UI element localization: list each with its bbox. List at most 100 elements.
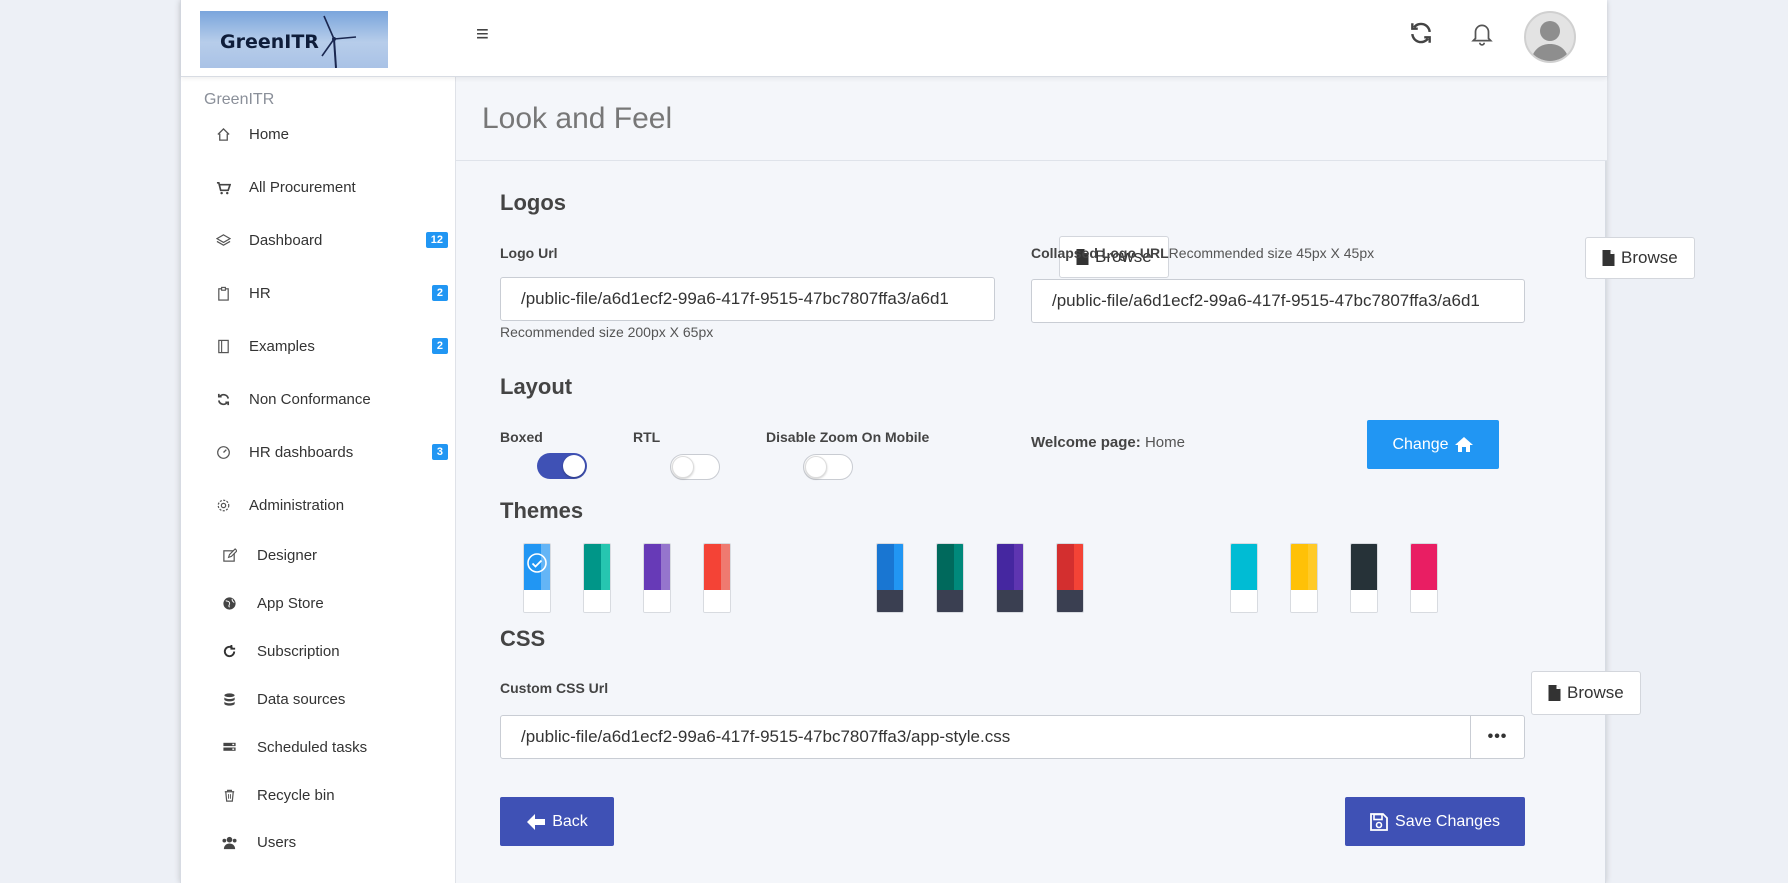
theme-swatch[interactable] [703, 543, 731, 613]
page-title: Look and Feel [482, 102, 673, 135]
themes-heading: Themes [500, 498, 584, 523]
rtl-label: RTL [633, 429, 661, 445]
boxed-toggle[interactable] [537, 453, 587, 479]
rtl-toggle[interactable] [670, 454, 720, 480]
sidebar-item-non-conformance[interactable]: Non Conformance [181, 379, 456, 419]
custom-css-url-field[interactable]: /public-file/a6d1ecf2-99a6-417f-9515-47b… [500, 715, 1471, 759]
css-browse-button[interactable]: Browse [1531, 671, 1641, 715]
selected-check-icon [527, 553, 547, 573]
top-header: GreenITR ≡ [181, 0, 1607, 77]
theme-swatch[interactable] [1290, 543, 1318, 613]
disable-zoom-toggle[interactable] [803, 454, 853, 480]
sidebar-item-designer[interactable]: Designer [181, 535, 456, 575]
main-content: Look and Feel Logos Logo Url Browse /pub… [456, 77, 1695, 883]
sidebar-item-examples[interactable]: Examples 2 [181, 326, 456, 366]
home-icon [1454, 437, 1473, 452]
sidebar-item-data-sources[interactable]: Data sources [181, 679, 456, 719]
count-badge: 12 [425, 232, 448, 248]
book-icon [213, 336, 233, 356]
sidebar-item-home[interactable]: Home [181, 114, 456, 154]
theme-swatch[interactable] [1350, 543, 1378, 613]
back-label: Back [552, 812, 588, 830]
sidebar-item-label: Non Conformance [249, 390, 371, 408]
change-welcome-button[interactable]: Change [1367, 420, 1499, 469]
edit-icon [219, 545, 239, 565]
theme-swatch[interactable] [996, 543, 1024, 613]
collapsed-logo-browse-button[interactable]: Browse [1585, 237, 1695, 279]
count-badge: 2 [431, 338, 448, 354]
disable-zoom-label: Disable Zoom On Mobile [766, 429, 930, 445]
boxed-layout: GreenITR ≡ GreenITR Home All Procurement… [180, 0, 1695, 883]
theme-swatch[interactable] [876, 543, 904, 613]
sidebar-item-administration[interactable]: Administration [181, 485, 456, 525]
sidebar-item-scheduled-tasks[interactable]: Scheduled tasks [181, 727, 456, 767]
logo-size-hint: Recommended size 200px X 65px [500, 324, 714, 340]
file-icon [1548, 685, 1561, 701]
clipboard-icon [213, 283, 233, 303]
file-icon [1602, 250, 1615, 266]
cart-icon [213, 177, 233, 197]
count-badge: 2 [431, 285, 448, 301]
trash-icon [219, 785, 239, 805]
app-logo[interactable]: GreenITR [200, 11, 388, 68]
collapsed-logo-url-field[interactable]: /public-file/a6d1ecf2-99a6-417f-9515-47b… [1031, 279, 1525, 323]
sidebar-item-label: App Store [257, 594, 324, 612]
sidebar-item-dashboard[interactable]: Dashboard 12 [181, 220, 456, 260]
count-badge: 3 [431, 444, 448, 460]
browse-label: Browse [1567, 683, 1624, 702]
theme-swatch[interactable] [643, 543, 671, 613]
welcome-page-label: Welcome page: [1031, 434, 1141, 451]
css-heading: CSS [500, 626, 546, 651]
sidebar-item-label: Designer [257, 546, 318, 564]
sidebar-item-label: HR dashboards [249, 443, 354, 461]
sidebar-item-label: Subscription [257, 642, 340, 660]
logo-url-field[interactable]: /public-file/a6d1ecf2-99a6-417f-9515-47b… [500, 277, 995, 321]
sidebar-item-users[interactable]: Users [181, 822, 456, 862]
welcome-page-row: Welcome page: Home [1031, 434, 1185, 451]
collapsed-logo-hint: Recommended size 45px X 45px [1168, 245, 1375, 261]
database-icon [219, 689, 239, 709]
collapsed-logo-label: Collapsed Logo URL [1031, 245, 1169, 261]
sidebar-item-all-procurement[interactable]: All Procurement [181, 167, 456, 207]
back-button[interactable]: Back [500, 797, 614, 846]
sidebar-item-label: Examples [249, 337, 315, 355]
globe-icon [219, 593, 239, 613]
save-label: Save Changes [1395, 812, 1500, 830]
theme-swatch[interactable] [936, 543, 964, 613]
server-icon [219, 737, 239, 757]
change-label: Change [1392, 435, 1449, 453]
users-icon [219, 832, 239, 852]
user-avatar[interactable] [1524, 11, 1576, 63]
sidebar-item-hr-dashboards[interactable]: HR dashboards 3 [181, 432, 456, 472]
logo-text: GreenITR [220, 31, 319, 53]
redo-icon [219, 641, 239, 661]
sidebar-item-hr[interactable]: HR 2 [181, 273, 456, 313]
gauge-icon [213, 442, 233, 462]
sync-icon [213, 389, 233, 409]
css-more-button[interactable]: ••• [1471, 715, 1525, 759]
theme-swatch[interactable] [1410, 543, 1438, 613]
custom-css-label: Custom CSS Url [500, 680, 609, 696]
theme-swatch[interactable] [523, 543, 551, 613]
bell-icon[interactable] [1469, 20, 1495, 46]
sidebar-item-label: Dashboard [249, 231, 323, 249]
save-icon [1370, 812, 1388, 831]
layout-heading: Layout [500, 374, 573, 399]
sidebar-item-label: Scheduled tasks [257, 738, 368, 756]
save-changes-button[interactable]: Save Changes [1345, 797, 1525, 846]
hamburger-icon[interactable]: ≡ [476, 22, 489, 46]
theme-swatch[interactable] [1230, 543, 1258, 613]
theme-swatch[interactable] [583, 543, 611, 613]
sidebar: GreenITR Home All Procurement Dashboard … [181, 77, 456, 883]
arrow-left-icon [527, 813, 546, 830]
sidebar-item-app-store[interactable]: App Store [181, 583, 456, 623]
theme-swatch[interactable] [1056, 543, 1084, 613]
browse-label: Browse [1621, 248, 1678, 267]
user-avatar-icon [1531, 21, 1569, 61]
sidebar-item-recycle-bin[interactable]: Recycle bin [181, 775, 456, 815]
page-header: Look and Feel [456, 77, 1607, 161]
logo-url-label: Logo Url [500, 245, 558, 261]
refresh-icon[interactable] [1408, 20, 1434, 46]
sidebar-item-subscription[interactable]: Subscription [181, 631, 456, 671]
welcome-page-value: Home [1144, 434, 1185, 451]
